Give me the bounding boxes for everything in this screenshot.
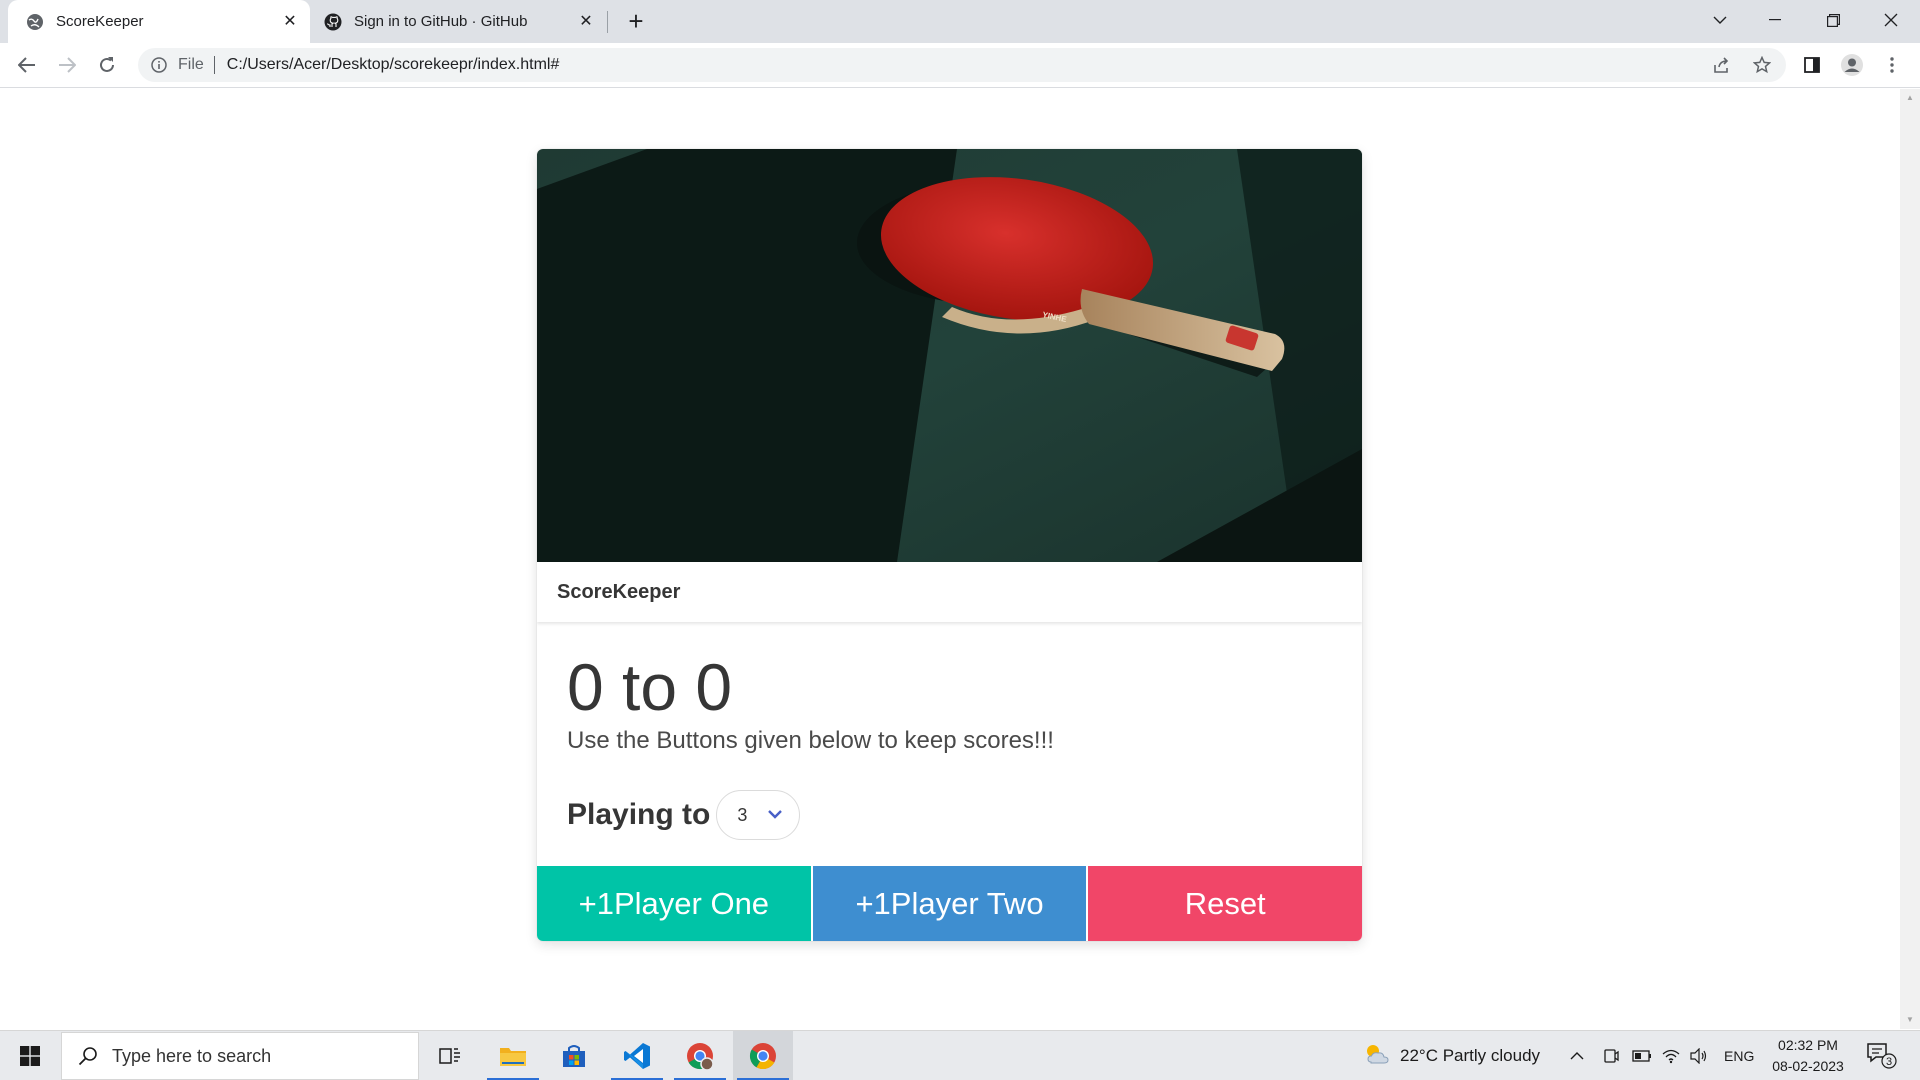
tab-scorekeeper[interactable]: ScoreKeeper ✕ (8, 0, 310, 43)
wifi-icon[interactable] (1662, 1031, 1680, 1080)
instructions-text: Use the Buttons given below to keep scor… (567, 727, 1054, 754)
reset-button[interactable]: Reset (1088, 866, 1362, 941)
bookmark-star-icon[interactable] (1746, 49, 1778, 81)
ping-pong-paddle-image: YINHE (537, 149, 1362, 562)
forward-arrow-icon[interactable] (51, 49, 83, 81)
url-divider (213, 56, 215, 74)
url-scheme-label: File (178, 56, 204, 73)
playing-to-value: 3 (737, 804, 748, 825)
player-two-button[interactable]: +1Player Two (812, 866, 1087, 941)
system-clock[interactable]: 02:32 PM 08-02-2023 (1758, 1035, 1858, 1077)
meet-now-icon[interactable] (1603, 1031, 1619, 1080)
share-icon[interactable] (1706, 49, 1738, 81)
back-arrow-icon[interactable] (11, 49, 43, 81)
vertical-scrollbar[interactable] (1900, 89, 1920, 1029)
close-tab-icon[interactable]: ✕ (576, 11, 596, 31)
weather-text: 22°C Partly cloudy (1400, 1046, 1541, 1065)
playing-to-label: Playing to (567, 798, 711, 831)
kebab-menu-icon[interactable] (1876, 49, 1908, 81)
chevron-down-icon (767, 806, 783, 827)
notification-center-icon[interactable]: 3 (1865, 1041, 1899, 1071)
restore-icon[interactable] (1813, 0, 1853, 40)
playing-to-select[interactable]: 3 (716, 790, 801, 840)
scroll-up-arrow-icon[interactable]: ▲ (1905, 93, 1915, 103)
minimize-icon[interactable] (1755, 0, 1795, 40)
windows-start-icon[interactable] (0, 1031, 60, 1080)
player-one-button[interactable]: +1Player One (537, 866, 811, 941)
weather-widget[interactable]: 22°C Partly cloudy (1362, 1031, 1540, 1080)
tab-title: ScoreKeeper (56, 13, 144, 30)
scorekeeper-card: YINHE ScoreKeeper 0 to 0 Use the Buttons… (537, 149, 1362, 941)
file-explorer-icon[interactable] (483, 1031, 543, 1080)
tab-github[interactable]: Sign in to GitHub · GitHub ✕ (310, 0, 606, 43)
vscode-icon[interactable] (607, 1031, 667, 1080)
tab-separator (607, 11, 608, 33)
language-indicator[interactable]: ENG (1724, 1031, 1754, 1080)
github-icon (324, 13, 342, 31)
task-view-icon[interactable] (420, 1031, 480, 1080)
windows-taskbar: Type here to search 22°C Partly cloudy E… (0, 1030, 1920, 1080)
taskbar-search-box[interactable]: Type here to search (61, 1032, 419, 1080)
card-title: ScoreKeeper (537, 562, 1362, 622)
show-hidden-icons-chevron-icon[interactable] (1570, 1031, 1584, 1080)
tab-title: Sign in to GitHub · GitHub (354, 13, 528, 30)
close-window-icon[interactable] (1871, 0, 1911, 40)
browser-toolbar: File C:/Users/Acer/Desktop/scorekeepr/in… (0, 43, 1920, 88)
volume-icon[interactable] (1690, 1031, 1708, 1080)
info-icon[interactable] (150, 56, 168, 74)
notification-count: 3 (1886, 1056, 1892, 1068)
reload-icon[interactable] (91, 49, 123, 81)
clock-time: 02:32 PM (1778, 1037, 1838, 1053)
chrome-profile-icon[interactable] (670, 1031, 730, 1080)
address-bar[interactable]: File C:/Users/Acer/Desktop/scorekeepr/in… (138, 48, 1786, 82)
playing-to-row: Playing to 3 (567, 790, 801, 840)
chrome-icon[interactable] (733, 1031, 793, 1080)
search-icon (76, 1044, 100, 1068)
side-panel-icon[interactable] (1796, 49, 1828, 81)
profile-avatar-icon[interactable] (1836, 49, 1868, 81)
clock-date: 08-02-2023 (1772, 1058, 1844, 1074)
globe-icon (26, 13, 44, 31)
new-tab-plus-icon[interactable]: + (622, 6, 650, 36)
card-footer: +1Player One +1Player Two Reset (537, 866, 1362, 941)
url-text[interactable]: C:/Users/Acer/Desktop/scorekeepr/index.h… (227, 56, 560, 74)
battery-icon[interactable] (1632, 1031, 1652, 1080)
microsoft-store-icon[interactable] (544, 1031, 604, 1080)
score-display: 0 to 0 (567, 650, 733, 724)
close-tab-icon[interactable]: ✕ (280, 11, 300, 31)
tab-search-chevron-icon[interactable] (1700, 0, 1740, 40)
partly-cloudy-icon (1362, 1041, 1392, 1072)
browser-tab-strip: ScoreKeeper ✕ Sign in to GitHub · GitHub… (0, 0, 1920, 43)
search-placeholder: Type here to search (112, 1045, 272, 1066)
scroll-down-arrow-icon[interactable]: ▼ (1905, 1015, 1915, 1025)
